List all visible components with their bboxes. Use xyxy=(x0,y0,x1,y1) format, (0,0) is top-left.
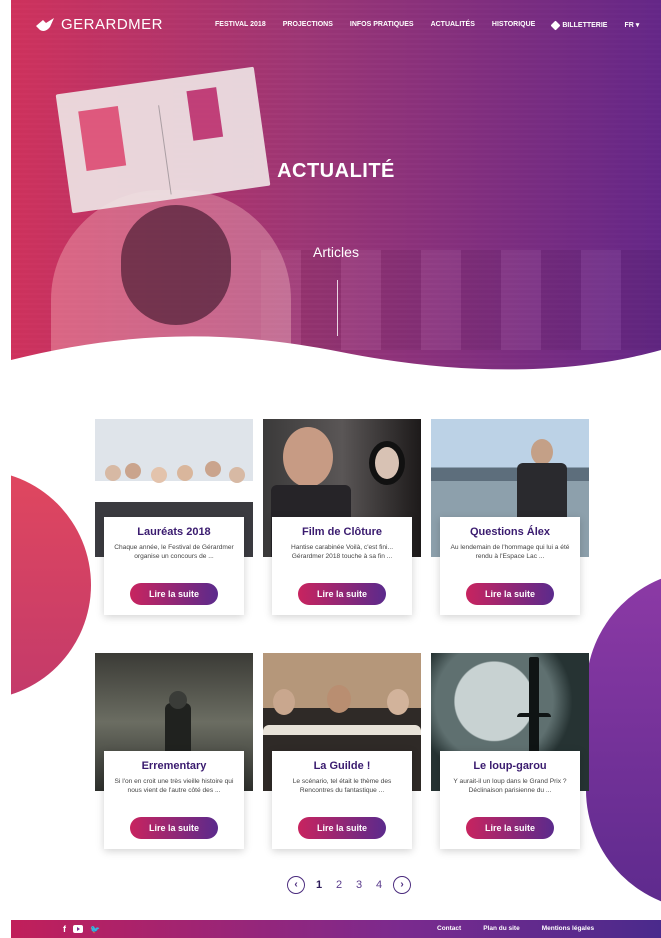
pagination-page-1[interactable]: 1 xyxy=(313,879,325,891)
read-more-button[interactable]: Lire la suite xyxy=(466,583,554,605)
read-more-button[interactable]: Lire la suite xyxy=(130,817,218,839)
pagination-next-icon[interactable]: › xyxy=(393,876,411,894)
nav-item-historique[interactable]: HISTORIQUE xyxy=(492,21,535,29)
footer-link-contact[interactable]: Contact xyxy=(437,925,461,932)
decorative-blob-right xyxy=(586,570,661,910)
article-card: Film de Clôture Hantise carabinée Voilà,… xyxy=(263,419,421,619)
article-card-body: Lauréats 2018 Chaque année, le Festival … xyxy=(104,517,244,615)
footer-links: Contact Plan du site Mentions légales xyxy=(437,925,616,932)
footer: f 🐦 Contact Plan du site Mentions légale… xyxy=(11,920,661,938)
article-title[interactable]: Questions Álex xyxy=(450,526,570,538)
facebook-icon[interactable]: f xyxy=(63,924,66,934)
nav-item-projections[interactable]: PROJECTIONS xyxy=(283,21,333,29)
page-subtitle: Articles xyxy=(313,244,359,260)
nav-item-festival[interactable]: FESTIVAL 2018 xyxy=(215,21,266,29)
article-title[interactable]: Le loup-garou xyxy=(450,760,570,772)
pagination-page-4[interactable]: 4 xyxy=(373,879,385,891)
footer-link-legal[interactable]: Mentions légales xyxy=(542,925,594,932)
pagination-prev-icon[interactable]: ‹ xyxy=(287,876,305,894)
article-title[interactable]: Film de Clôture xyxy=(282,526,402,538)
article-card-body: La Guilde ! Le scénario, tel était le th… xyxy=(272,751,412,849)
nav-item-actualites[interactable]: ACTUALITÉS xyxy=(431,21,475,29)
read-more-button[interactable]: Lire la suite xyxy=(466,817,554,839)
nav-links: FESTIVAL 2018 PROJECTIONS INFOS PRATIQUE… xyxy=(215,20,639,30)
youtube-icon[interactable] xyxy=(73,925,83,933)
twitter-icon[interactable]: 🐦 xyxy=(90,925,100,934)
hero-banner: GERARDMER FESTIVAL 2018 PROJECTIONS INFO… xyxy=(11,0,661,400)
article-card: Errementary Si l'on en croit une très vi… xyxy=(95,653,253,853)
article-title[interactable]: La Guilde ! xyxy=(282,760,402,772)
pagination-page-3[interactable]: 3 xyxy=(353,879,365,891)
article-title[interactable]: Errementary xyxy=(114,760,234,772)
article-excerpt: Si l'on en croit une très vieille histoi… xyxy=(114,778,234,794)
article-card: Le loup-garou Y aurait-il un loup dans l… xyxy=(431,653,589,853)
article-card: Questions Álex Au lendemain de l'hommage… xyxy=(431,419,589,619)
article-card: Lauréats 2018 Chaque année, le Festival … xyxy=(95,419,253,619)
article-excerpt: Chaque année, le Festival de Gérardmer o… xyxy=(114,544,234,560)
decorative-blob-left xyxy=(11,470,91,700)
hero-divider-line xyxy=(337,280,338,336)
article-excerpt: Hantise carabinée Voilà, c'est fini... G… xyxy=(290,544,394,560)
page-title: ACTUALITÉ xyxy=(277,160,395,182)
top-navigation: GERARDMER FESTIVAL 2018 PROJECTIONS INFO… xyxy=(11,0,661,52)
article-card: La Guilde ! Le scénario, tel était le th… xyxy=(263,653,421,853)
hero-wave-divider xyxy=(11,336,661,400)
page: GERARDMER FESTIVAL 2018 PROJECTIONS INFO… xyxy=(11,0,661,938)
nav-item-infos[interactable]: INFOS PRATIQUES xyxy=(350,21,414,29)
article-excerpt: Y aurait-il un loup dans le Grand Prix ?… xyxy=(453,778,567,794)
article-title[interactable]: Lauréats 2018 xyxy=(114,526,234,538)
read-more-button[interactable]: Lire la suite xyxy=(298,583,386,605)
hero-person-hair xyxy=(121,205,231,325)
nav-item-billetterie[interactable]: BILLETTERIE xyxy=(550,20,608,30)
ticket-icon xyxy=(550,20,561,30)
read-more-button[interactable]: Lire la suite xyxy=(130,583,218,605)
article-card-body: Le loup-garou Y aurait-il un loup dans l… xyxy=(440,751,580,849)
billetterie-label: BILLETTERIE xyxy=(562,21,608,29)
article-card-body: Errementary Si l'on en croit une très vi… xyxy=(104,751,244,849)
social-links: f 🐦 xyxy=(63,924,100,934)
article-excerpt: Au lendemain de l'hommage qui lui a été … xyxy=(450,544,570,560)
logo-mark-icon xyxy=(36,17,54,31)
footer-link-sitemap[interactable]: Plan du site xyxy=(483,925,519,932)
article-excerpt: Le scénario, tel était le thème des Renc… xyxy=(292,778,392,794)
pagination-page-2[interactable]: 2 xyxy=(333,879,345,891)
site-logo[interactable]: GERARDMER xyxy=(35,16,163,33)
brand-name: GERARDMER xyxy=(61,16,164,33)
read-more-button[interactable]: Lire la suite xyxy=(298,817,386,839)
article-card-body: Questions Álex Au lendemain de l'hommage… xyxy=(440,517,580,615)
language-selector[interactable]: FR ▾ xyxy=(624,21,639,29)
pagination: ‹ 1 2 3 4 › xyxy=(287,876,411,894)
article-card-body: Film de Clôture Hantise carabinée Voilà,… xyxy=(272,517,412,615)
